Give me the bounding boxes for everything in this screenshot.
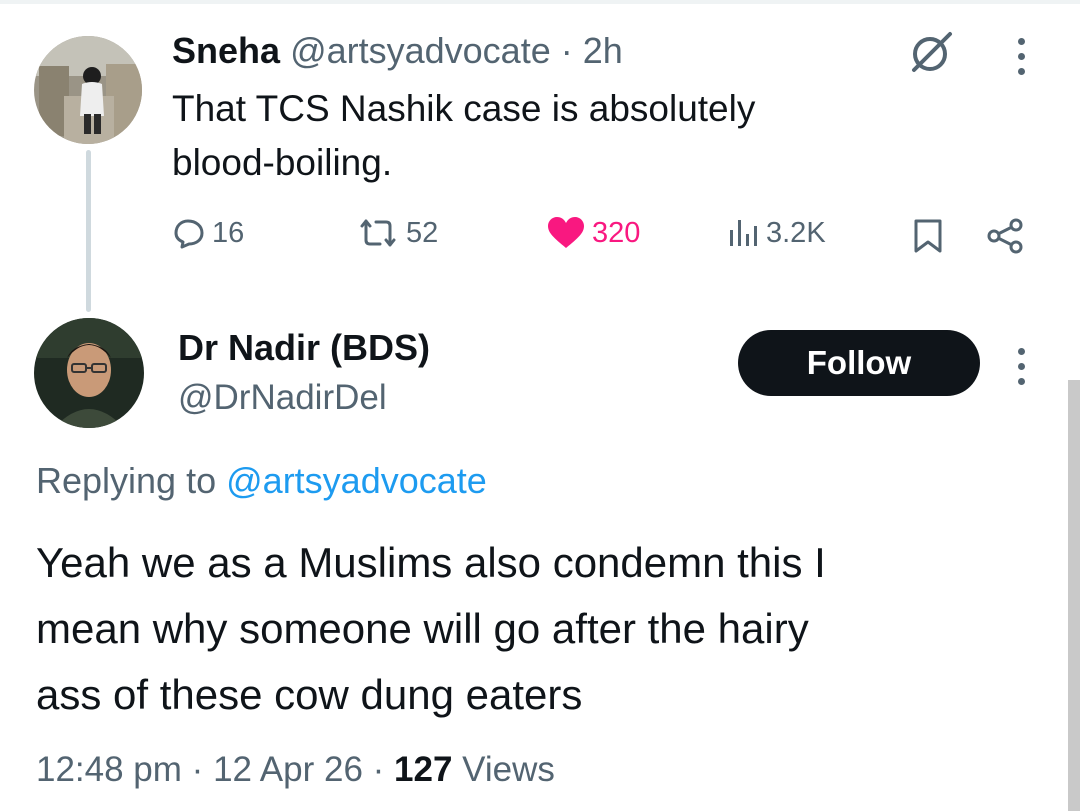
reply-author-name[interactable]: Dr Nadir (BDS) [178, 326, 430, 370]
like-count: 320 [592, 216, 641, 249]
thread-connector-line [86, 150, 91, 312]
parent-text-line-1: That TCS Nashik case is absolutely [172, 88, 756, 129]
reply-tweet-text: Yeah we as a Muslims also condemn this I… [36, 530, 826, 728]
scrollbar[interactable] [1068, 380, 1080, 811]
reply-views-count[interactable]: 127 [394, 750, 452, 789]
reply-views-label[interactable]: Views [462, 750, 555, 789]
nadir-avatar[interactable] [34, 318, 144, 428]
reply-text-line-1: Yeah we as a Muslims also condemn this I [36, 539, 826, 586]
repost-count: 52 [406, 216, 439, 249]
reply-timestamp-row: 12:48 pm · 12 Apr 26 · 127 Views [36, 746, 555, 794]
parent-more-options-icon[interactable] [1018, 38, 1025, 75]
header-separator: · [560, 30, 573, 71]
top-divider [0, 0, 1080, 4]
reply-author-handle[interactable]: @DrNadirDel [178, 376, 387, 420]
reply-more-options-icon[interactable] [1018, 348, 1025, 385]
replying-to-handle-link[interactable]: @artsyadvocate [226, 460, 487, 501]
share-icon[interactable] [986, 218, 1026, 259]
reply-icon [174, 219, 204, 249]
repost-action[interactable]: 52 [356, 216, 438, 250]
replying-to-label: Replying to [36, 460, 217, 501]
reply-text-line-3: ass of these cow dung eaters [36, 671, 583, 718]
grok-icon[interactable] [906, 28, 956, 78]
sneha-avatar[interactable] [34, 36, 142, 144]
timestamp-separator-2: · [372, 750, 385, 789]
parent-tweet-text: That TCS Nashik case is absolutely blood… [172, 82, 755, 190]
bookmark-icon[interactable] [912, 218, 944, 259]
parent-time-ago[interactable]: 2h [583, 30, 623, 71]
analytics-icon [730, 220, 757, 246]
replying-to-line: Replying to @artsyadvocate [36, 458, 487, 504]
reply-action[interactable]: 16 [172, 216, 244, 250]
heart-icon [548, 217, 584, 248]
parent-author-handle[interactable]: @artsyadvocate [290, 30, 551, 71]
reply-count: 16 [212, 216, 245, 249]
reply-time[interactable]: 12:48 pm [36, 750, 182, 789]
parent-author-name[interactable]: Sneha [172, 30, 280, 71]
repost-icon [360, 219, 396, 247]
reply-date[interactable]: 12 Apr 26 [213, 750, 363, 789]
reply-text-line-2: mean why someone will go after the hairy [36, 605, 809, 652]
parent-text-line-2: blood-boiling. [172, 142, 393, 183]
parent-tweet-header: Sneha @artsyadvocate · 2h [172, 28, 623, 74]
like-action[interactable]: 320 [546, 216, 640, 250]
timestamp-separator-1: · [191, 750, 204, 789]
views-count: 3.2K [766, 216, 826, 249]
views-action[interactable]: 3.2K [728, 216, 826, 250]
follow-button[interactable]: Follow [738, 330, 980, 396]
